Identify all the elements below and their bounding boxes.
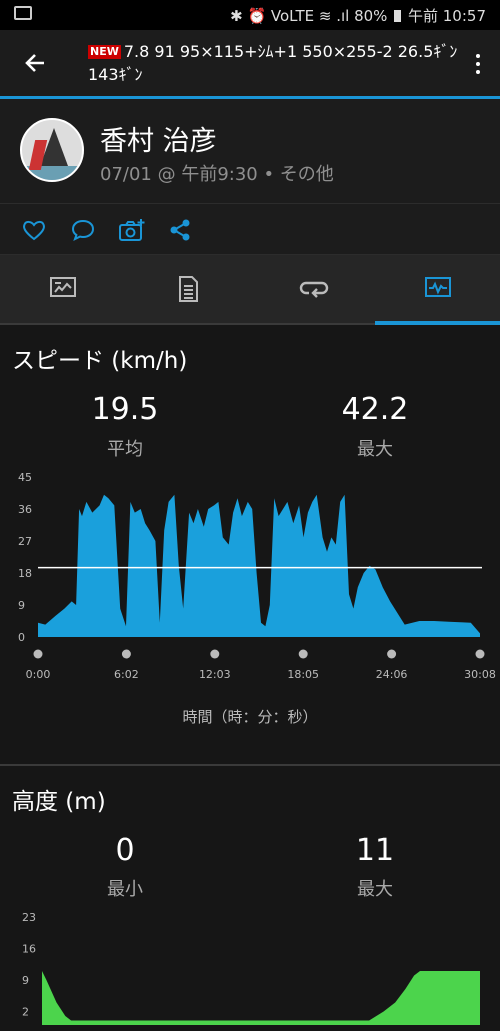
status-bar: ✱ ⏰ VoLTE ≋ .ıl 80% 午前 10:57 [0, 0, 500, 30]
add-photo-icon[interactable] [118, 217, 145, 243]
battery-percent: 80% [354, 7, 388, 25]
back-arrow-icon[interactable] [20, 48, 50, 78]
like-heart-icon[interactable] [21, 217, 47, 243]
max-altitude-label: 最大 [357, 879, 393, 900]
status-right: ✱ ⏰ VoLTE ≋ .ıl 80% 午前 10:57 [230, 5, 486, 26]
battery-icon [394, 10, 402, 22]
altitude-chart-svg: 23 16 9 2 [22, 911, 480, 1025]
x-tick-dot [121, 649, 131, 659]
min-altitude-value: 0 [115, 833, 135, 868]
y-tick-label: 18 [18, 567, 32, 580]
speed-chart-svg: 45 36 27 18 9 0 0:00 6:02 12:03 18:05 24:06 30:08 [18, 471, 496, 681]
new-badge: NEW [88, 45, 121, 59]
activity-meta: 07/01 @ 午前9:30 • その他 [100, 164, 334, 185]
speed-x-axis-title: 時間（時：分：秒） [182, 708, 318, 726]
y-tick-label: 9 [18, 599, 25, 612]
y-tick-label: 23 [22, 911, 36, 924]
tab-charts[interactable] [375, 255, 500, 323]
min-altitude-label: 最小 [107, 879, 143, 900]
details-icon [179, 276, 198, 302]
x-tick-label: 6:02 [114, 668, 139, 681]
x-tick-dot [210, 649, 220, 659]
share-icon[interactable] [168, 217, 194, 243]
y-tick-label: 0 [18, 631, 25, 644]
user-name: 香村 治彦 [100, 126, 217, 157]
avg-speed-value: 19.5 [91, 392, 159, 427]
y-tick-label: 9 [22, 974, 29, 987]
y-tick-label: 36 [18, 503, 32, 516]
y-tick-label: 16 [22, 943, 36, 956]
x-tick-label: 30:08 [464, 668, 496, 681]
tab-laps[interactable] [250, 255, 375, 323]
series-area [38, 494, 480, 637]
x-tick-dot [387, 649, 397, 659]
screenshot-notification-icon [14, 6, 32, 20]
speed-chart: 45 36 27 18 9 0 0:00 6:02 12:03 18:05 24:06 30:08 [0, 465, 500, 685]
avg-speed-label: 平均 [107, 439, 143, 460]
section-separator [0, 764, 500, 766]
action-row [0, 204, 500, 254]
avatar[interactable] [20, 118, 84, 182]
tab-details[interactable] [125, 255, 250, 323]
x-tick-label: 24:06 [376, 668, 408, 681]
status-indicators: ✱ ⏰ VoLTE ≋ .ıl [230, 7, 350, 25]
profile-header: 香村 治彦 07/01 @ 午前9:30 • その他 [0, 99, 500, 203]
series-area [42, 971, 480, 1025]
max-speed-label: 最大 [357, 439, 393, 460]
max-altitude-value: 11 [355, 833, 395, 868]
x-tick-dot [298, 649, 308, 659]
tab-bar [0, 255, 500, 323]
x-tick-label: 18:05 [287, 668, 319, 681]
charts-icon [425, 277, 451, 297]
app-bar: NEW 7.8 91 95×115+ｼﾑ+1 550×255-2 26.5ｷﾞﾝ1… [0, 30, 500, 96]
y-tick-label: 27 [18, 535, 32, 548]
altitude-section-title: 高度 (m) [12, 789, 106, 815]
max-speed-value: 42.2 [341, 392, 409, 427]
tab-indicator [375, 321, 500, 325]
tab-overview[interactable] [0, 255, 125, 323]
x-tick-label: 0:00 [26, 668, 51, 681]
y-tick-label: 2 [22, 1006, 29, 1019]
activity-title-text: 7.8 91 95×115+ｼﾑ+1 550×255-2 26.5ｷﾞﾝ143ｷ… [88, 42, 458, 84]
y-tick-label: 45 [18, 471, 32, 484]
laps-icon [299, 281, 329, 298]
x-tick-dot [33, 649, 43, 659]
comment-icon[interactable] [70, 217, 96, 243]
activity-title: NEW 7.8 91 95×115+ｼﾑ+1 550×255-2 26.5ｷﾞﾝ1… [88, 40, 458, 86]
x-tick-dot [475, 649, 485, 659]
overview-icon [50, 277, 76, 297]
altitude-chart: 23 16 9 2 [0, 905, 500, 1027]
clock: 午前 10:57 [408, 7, 486, 25]
overflow-menu-icon[interactable] [474, 52, 482, 76]
x-tick-label: 12:03 [199, 668, 231, 681]
speed-section-title: スピード (km/h) [12, 348, 188, 374]
